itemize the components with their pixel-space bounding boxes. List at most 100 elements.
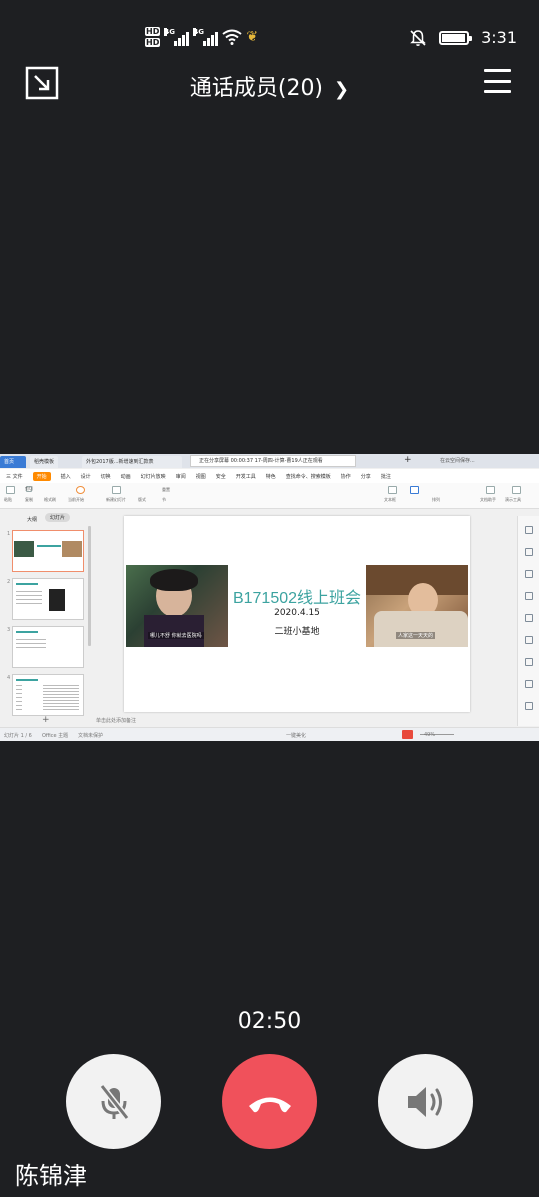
menu-item[interactable]: 动画 — [121, 473, 131, 480]
ribbon-label: 节 — [162, 497, 166, 502]
thumb-image — [14, 541, 34, 557]
rail-icon[interactable] — [525, 592, 533, 600]
menu-file[interactable]: 三 文件 — [6, 473, 23, 480]
collab-button[interactable]: 协作 — [341, 473, 351, 480]
menu-item[interactable]: 视图 — [196, 473, 206, 480]
textbox-icon[interactable] — [388, 486, 397, 494]
arrange-icon[interactable] — [410, 486, 419, 494]
add-slide-button[interactable]: + — [42, 715, 50, 725]
slide-number: 4 — [7, 675, 11, 681]
menu-icon-line — [484, 90, 511, 93]
hd-label-2: HD — [145, 38, 161, 47]
menu-item[interactable]: 安全 — [216, 473, 226, 480]
shared-screen-view[interactable]: 首页 稻壳模板 外包2017版...新增速到汇款表 正在分享屏幕 00:00:3… — [0, 454, 539, 741]
ribbon-label: 排列 — [432, 497, 440, 502]
phone-hangup-icon — [248, 1097, 291, 1112]
menu-item[interactable]: 设计 — [81, 473, 91, 480]
hd-label-1: HD — [145, 27, 161, 36]
zoom-level: 49% — [424, 732, 436, 738]
bell-muted-icon — [410, 29, 426, 46]
new-slide-icon[interactable] — [112, 486, 121, 494]
status-left: HD HD 4G 4G ❦ — [145, 26, 258, 48]
rail-icon[interactable] — [525, 680, 533, 688]
presentation-tools-icon[interactable] — [512, 486, 521, 494]
thumb-title-line — [37, 545, 61, 547]
menu-item[interactable]: 切换 — [101, 473, 111, 480]
thumbnails-scrollbar[interactable] — [88, 526, 91, 646]
thumb-text — [16, 639, 46, 649]
rail-icon[interactable] — [525, 526, 533, 534]
hd-icon: HD HD — [145, 26, 161, 48]
mute-button[interactable] — [66, 1054, 161, 1149]
tab-template[interactable]: 稻壳模板 — [30, 456, 59, 468]
status-right: 3:31 — [409, 28, 517, 47]
slide-thumbnail[interactable]: 2 — [7, 578, 84, 620]
members-button[interactable]: 通话成员(20) ❯ — [0, 70, 539, 102]
paste-icon[interactable] — [6, 486, 15, 494]
slide-number: 1 — [7, 531, 11, 537]
ribbon-label: 文档助手 — [480, 497, 496, 502]
person-hair — [150, 569, 198, 591]
cloud-save-label: 在云空间保存... — [440, 458, 475, 464]
menu-item[interactable]: 特色 — [266, 473, 276, 480]
ribbon-label: 格式刷 — [44, 497, 56, 502]
tab-document[interactable]: 外包2017版...新增速到汇款表 — [82, 456, 182, 468]
beautify-button[interactable]: 一键美化 — [286, 732, 306, 739]
search-command[interactable]: 查找命令、搜索模板 — [286, 473, 331, 480]
new-tab-plus-icon[interactable]: + — [404, 455, 412, 465]
speaker-icon — [407, 1086, 442, 1117]
start-slideshow-icon[interactable] — [76, 486, 85, 494]
rail-icon[interactable] — [525, 658, 533, 666]
ribbon-label: 新建幻灯片 — [106, 497, 126, 502]
ribbon-label: 剪切 — [25, 486, 33, 491]
wifi-icon — [222, 29, 242, 45]
rail-icon[interactable] — [525, 548, 533, 556]
notes-area[interactable]: 单击此处添加备注 — [96, 717, 136, 724]
status-bar: HD HD 4G 4G ❦ 3:31 — [0, 22, 539, 58]
tab-home[interactable]: 首页 — [0, 456, 26, 468]
ribbon-label: 复制 — [25, 497, 33, 502]
thumb-title-line — [16, 583, 38, 585]
call-top-bar: 通话成员(20) ❯ — [0, 62, 539, 108]
menu-item[interactable]: 审阅 — [176, 473, 186, 480]
slides-tab[interactable]: 幻灯片 — [45, 513, 71, 522]
theme-label: Office 主题 — [42, 733, 69, 739]
menu-item[interactable]: 幻灯片放映 — [141, 473, 166, 480]
share-button[interactable]: 分享 — [361, 473, 371, 480]
video-caption: 哪儿不舒 你就去医院吗 — [148, 632, 204, 639]
signal-icon-2: 4G — [193, 28, 219, 46]
menu-item[interactable]: 插入 — [61, 473, 71, 480]
person-clothes — [144, 615, 204, 647]
rail-icon[interactable] — [525, 570, 533, 578]
rail-icon[interactable] — [525, 702, 533, 710]
slide-thumbnails: 1 2 3 4 — [0, 526, 96, 716]
app-tab-bar: 首页 稻壳模板 外包2017版...新增速到汇款表 正在分享屏幕 00:00:3… — [0, 454, 539, 468]
comment-button[interactable]: 批注 — [381, 473, 391, 480]
outline-tab[interactable]: 大纲 — [27, 516, 37, 523]
thumb-title-line — [16, 631, 38, 633]
slide-thumbnail[interactable]: 3 — [7, 626, 84, 668]
ribbon-label: 版式 — [138, 497, 146, 502]
slide-canvas[interactable]: 哪儿不舒 你就去医院吗 B171502线上班会 2020.4.15 二班小基地 … — [124, 516, 470, 712]
menu-button[interactable] — [484, 69, 511, 93]
page-indicator: 幻灯片 1 / 6 — [4, 733, 32, 739]
thumb-image — [62, 541, 82, 557]
hang-up-button[interactable] — [222, 1054, 317, 1149]
microphone-off-icon — [99, 1083, 129, 1120]
rail-icon[interactable] — [525, 614, 533, 622]
slide-thumbnail[interactable]: 1 — [7, 530, 84, 572]
ribbon-label: 当前开始 — [68, 497, 84, 502]
doc-assistant-icon[interactable] — [486, 486, 495, 494]
thumb-text — [16, 685, 22, 711]
menu-start[interactable]: 开始 — [32, 471, 51, 481]
clock: 3:31 — [481, 28, 517, 47]
thumb-title-line — [16, 679, 38, 681]
menu-item[interactable]: 开发工具 — [236, 473, 256, 480]
right-side-panel — [517, 516, 539, 726]
play-slideshow-icon[interactable] — [402, 730, 413, 739]
slide-thumbnail[interactable]: 4 — [7, 674, 84, 716]
speaker-button[interactable] — [378, 1054, 473, 1149]
battery-icon — [439, 30, 473, 45]
rail-icon[interactable] — [525, 636, 533, 644]
slide-number: 2 — [7, 579, 11, 585]
